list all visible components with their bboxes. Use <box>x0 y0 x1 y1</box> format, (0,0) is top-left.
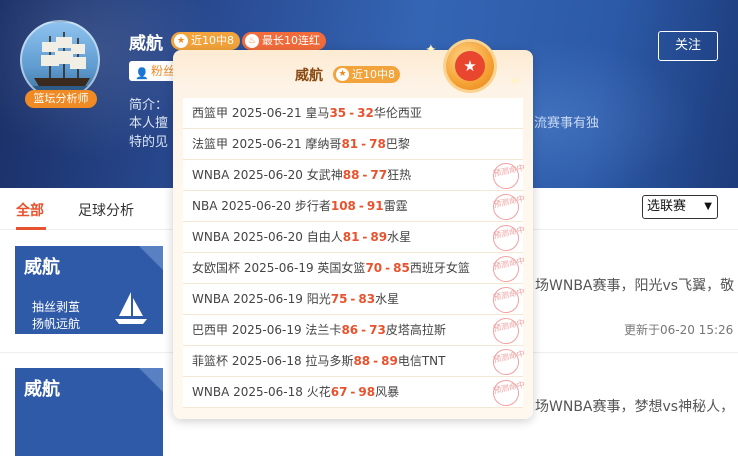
medal-icon: ★ <box>446 42 494 90</box>
record-item[interactable]: NBA 2025-06-20 步行者108-91雷霆 预测命中 <box>183 191 526 223</box>
hit-stamp: 预测命中 <box>490 160 526 192</box>
article-cover[interactable]: 威航 <box>15 368 163 456</box>
tab-all[interactable]: 全部 <box>16 200 44 220</box>
user-icon: 👤 <box>135 67 149 80</box>
recent-record-badge: ★ 近10中8 <box>171 32 240 50</box>
star-icon: ★ <box>174 34 188 48</box>
bio-line-1-tail: 流赛事有独 <box>534 116 600 131</box>
record-list: 西篮甲 2025-06-21 皇马35-32华伦西亚 法篮甲 2025-06-21… <box>183 98 526 409</box>
flame-icon: ♨ <box>245 34 259 48</box>
article-snippet[interactable]: 场WNBA赛事，梦想vs神秘人， <box>535 396 734 416</box>
popup-title: 威航 <box>295 68 323 84</box>
record-item[interactable]: WNBA 2025-06-19 阳光75-83水星 预测命中 <box>183 284 526 316</box>
sailboat-icon <box>115 292 147 324</box>
record-item[interactable]: WNBA 2025-06-20 自由人81-89水星 预测命中 <box>183 222 526 254</box>
hit-stamp: 预测命中 <box>490 191 526 223</box>
record-item[interactable]: WNBA 2025-06-20 女武神88-77狂热 预测命中 <box>183 160 526 192</box>
popup-record-badge: ★ 近10中8 <box>333 66 400 83</box>
username: 威航 <box>129 34 163 54</box>
streak-badge: ♨ 最长10连红 <box>242 32 326 50</box>
hit-stamp: 预测命中 <box>490 284 526 316</box>
bio-line-2: 特的见 <box>129 135 169 150</box>
hit-stamp: 预测命中 <box>490 222 526 254</box>
article-cover[interactable]: 威航 抽丝剥茧 扬帆远航 <box>15 246 163 334</box>
ship-icon <box>22 32 98 98</box>
chevron-down-icon: ▼ <box>704 201 712 212</box>
follow-button[interactable]: 关注 <box>658 31 718 61</box>
star-icon: ★ <box>336 68 349 81</box>
hit-stamp: 预测命中 <box>490 377 526 409</box>
record-item[interactable]: 菲篮杯 2025-06-18 拉马多斯88-89电信TNT 预测命中 <box>183 346 526 378</box>
league-select[interactable]: 选联赛 ▼ <box>642 195 718 219</box>
record-item[interactable]: 女欧国杯 2025-06-19 英国女篮70-85西班牙女篮 预测命中 <box>183 253 526 285</box>
sparkle-icon: ✦ <box>425 42 437 58</box>
record-item[interactable]: 巴西甲 2025-06-19 法兰卡86-73皮塔高拉斯 预测命中 <box>183 315 526 347</box>
tab-football-analysis[interactable]: 足球分析 <box>78 200 134 220</box>
record-popup: 威航 ★ 近10中8 ★ ✦ ✦ 西篮甲 2025-06-21 皇马35-32华伦… <box>173 42 533 419</box>
bio-line-1: 本人擅 <box>129 116 169 131</box>
record-item[interactable]: WNBA 2025-06-18 火花67-98风暴 预测命中 <box>183 377 526 409</box>
record-item[interactable]: 西篮甲 2025-06-21 皇马35-32华伦西亚 <box>183 98 523 129</box>
hit-stamp: 预测命中 <box>490 315 526 347</box>
hit-stamp: 预测命中 <box>490 253 526 285</box>
avatar[interactable] <box>20 20 100 100</box>
article-updated-time: 更新于06-20 15:26 <box>624 323 734 337</box>
sparkle-icon: ✦ <box>509 74 521 90</box>
avatar-role-badge: 篮坛分析师 <box>25 90 97 108</box>
hit-stamp: 预测命中 <box>490 346 526 378</box>
record-item[interactable]: 法篮甲 2025-06-21 摩纳哥81-78巴黎 <box>183 129 523 160</box>
bio-label: 简介： <box>129 98 169 113</box>
article-snippet[interactable]: 场WNBA赛事，阳光vs飞翼，敬 <box>535 275 734 295</box>
active-tab-indicator <box>16 227 46 230</box>
